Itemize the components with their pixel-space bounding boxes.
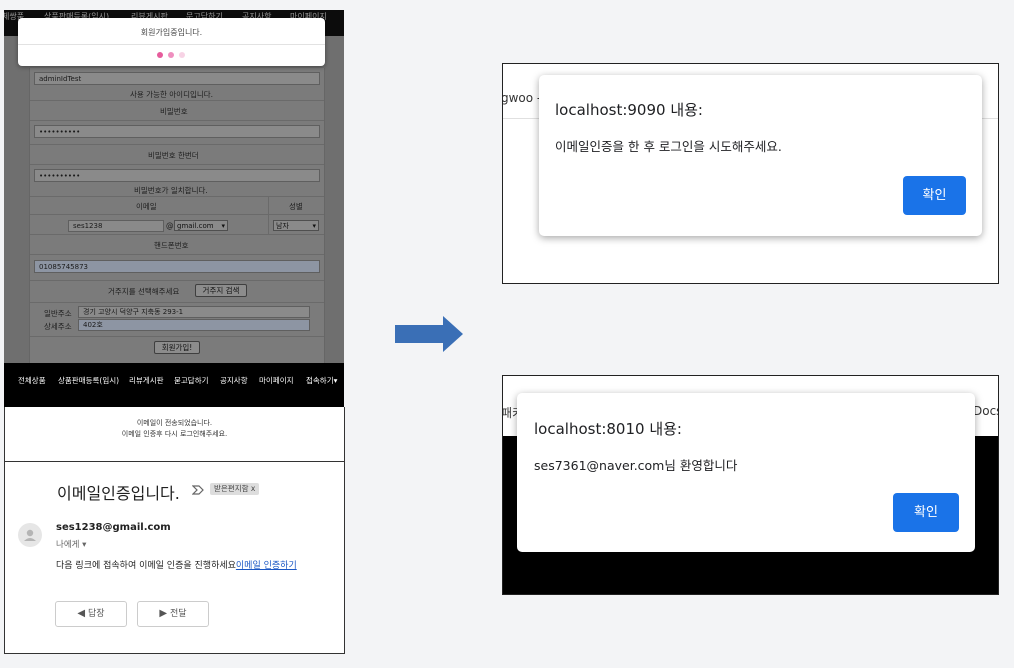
signup-page-screenshot: 체쌍품 상품판매등록(임시) 리뷰게시판 문고답하기 공지사항 마이페이지 ad… — [4, 10, 344, 363]
id-input[interactable]: adminIdTest — [34, 72, 320, 85]
password-confirm-input[interactable]: •••••••••• — [34, 169, 320, 182]
reply-button[interactable]: ◀ 답장 — [55, 601, 127, 627]
notice-line-1: 이메일이 전송되었습니다. — [136, 419, 213, 427]
background-right-text: Docs — [973, 404, 998, 418]
password-confirm-label: 비밀번호 한번더 — [148, 151, 199, 160]
phone-input[interactable]: 01085745873 — [34, 260, 320, 273]
email-sent-notice: 이메일이 전송되었습니다. 이메일 인증후 다시 로그인해주세요. — [4, 407, 345, 462]
signup-submit-button[interactable]: 회원가입! — [154, 341, 200, 354]
signup-toast: 회원가입중입니다. — [18, 18, 325, 66]
notice-line-2: 이메일 인증후 다시 로그인해주세요. — [121, 430, 228, 438]
nav-item-notice[interactable]: 공지사항 — [220, 375, 248, 386]
nav-item-all-products[interactable]: 전체상품 — [18, 375, 46, 386]
address-search-button[interactable]: 거주지 검색 — [195, 284, 247, 297]
nav-item-product-register[interactable]: 상품판매등록(임시) — [58, 375, 119, 386]
loading-dot — [179, 52, 185, 58]
recipient-dropdown[interactable]: 나에게 ▾ — [56, 538, 86, 550]
loading-dot — [157, 52, 163, 58]
id-status-text: 사용 가능한 아이디입니다. — [130, 90, 214, 99]
dialog-message: 이메일인증을 한 후 로그인을 시도해주세요. — [555, 139, 782, 154]
gender-value: 남자 — [276, 222, 289, 230]
loading-dot — [168, 52, 174, 58]
password-label: 비밀번호 — [160, 107, 188, 116]
importance-marker-icon[interactable] — [192, 485, 204, 495]
email-domain-value: gmail.com — [177, 222, 214, 230]
ok-button[interactable]: 확인 — [903, 176, 966, 215]
gender-label: 성별 — [289, 202, 303, 211]
email-body-text: 다음 링크에 접속하여 이메일 인증을 진행하세요 — [56, 561, 236, 571]
nav-item-review-board[interactable]: 리뷰게시판 — [129, 375, 164, 386]
dialog-message: ses7361@naver.com님 환영합니다 — [534, 458, 738, 473]
verify-email-link[interactable]: 이메일 인증하기 — [236, 561, 297, 571]
email-body: 다음 링크에 접속하여 이메일 인증을 진행하세요이메일 인증하기 — [56, 558, 297, 571]
dialog-title: localhost:9090 내용: — [555, 101, 703, 119]
main-nav-bar: 전체상품 상품판매등록(임시) 리뷰게시판 묻고답하기 공지사항 마이페이지 접… — [4, 363, 344, 407]
forward-button[interactable]: ▶ 전달 — [137, 601, 209, 627]
right-arrow-icon — [395, 316, 463, 352]
chevron-down-icon: ▾ — [312, 222, 316, 230]
person-icon — [24, 529, 36, 541]
inbox-label-badge[interactable]: 받은편지함 x — [210, 483, 260, 495]
alert-dialog: localhost:8010 내용: ses7361@naver.com님 환영… — [517, 393, 975, 552]
password-input[interactable]: •••••••••• — [34, 125, 320, 138]
email-message-view: 이메일인증입니다. 받은편지함 x ses1238@gmail.com 나에게 … — [4, 462, 345, 654]
nav-item-mypage[interactable]: 마이페이지 — [259, 375, 294, 386]
general-address-label: 일반주소 — [44, 309, 72, 318]
email-domain-select[interactable]: gmail.com ▾ — [174, 220, 228, 231]
reply-icon: ◀ — [77, 608, 86, 619]
alert-dialog: localhost:9090 내용: 이메일인증을 한 후 로그인을 시도해주세… — [539, 75, 982, 236]
email-subject: 이메일인증입니다. — [57, 484, 180, 503]
welcome-alert-screenshot: 패키 Docs localhost:8010 내용: ses7361@naver… — [502, 375, 999, 595]
general-address-input[interactable]: 경기 고양시 덕양구 지축동 293-1 — [78, 306, 310, 318]
forward-icon: ▶ — [159, 608, 168, 619]
email-local-input[interactable]: ses1238 — [68, 220, 164, 232]
address-prompt: 거주지를 선택해주세요 — [108, 287, 180, 296]
nav-item-login[interactable]: 접속하기▾ — [306, 375, 337, 386]
login-alert-screenshot: gwoo - localhost:9090 내용: 이메일인증을 한 후 로그인… — [502, 63, 999, 284]
chevron-down-icon: ▾ — [221, 222, 225, 230]
gender-select[interactable]: 남자 ▾ — [273, 220, 319, 231]
nav-item-qna[interactable]: 묻고답하기 — [174, 375, 209, 386]
sender-address: ses1238@gmail.com — [56, 522, 171, 533]
signup-form: adminIdTest 사용 가능한 아이디입니다. 비밀번호 ••••••••… — [29, 68, 325, 363]
password-status-text: 비밀번호가 일치합니다. — [134, 186, 208, 195]
reply-label: 답장 — [88, 609, 105, 619]
dialog-title: localhost:8010 내용: — [534, 420, 682, 438]
email-label: 이메일 — [136, 202, 157, 211]
avatar — [18, 523, 42, 547]
forward-label: 전달 — [170, 609, 187, 619]
background-tab-text: gwoo - — [502, 91, 542, 105]
detail-address-input[interactable]: 402호 — [78, 319, 310, 331]
ok-button[interactable]: 확인 — [893, 493, 959, 532]
toast-message: 회원가입중입니다. — [140, 28, 203, 37]
phone-label: 핸드폰번호 — [154, 241, 189, 250]
email-at-sign: @ — [166, 221, 174, 230]
detail-address-label: 상세주소 — [44, 322, 72, 331]
